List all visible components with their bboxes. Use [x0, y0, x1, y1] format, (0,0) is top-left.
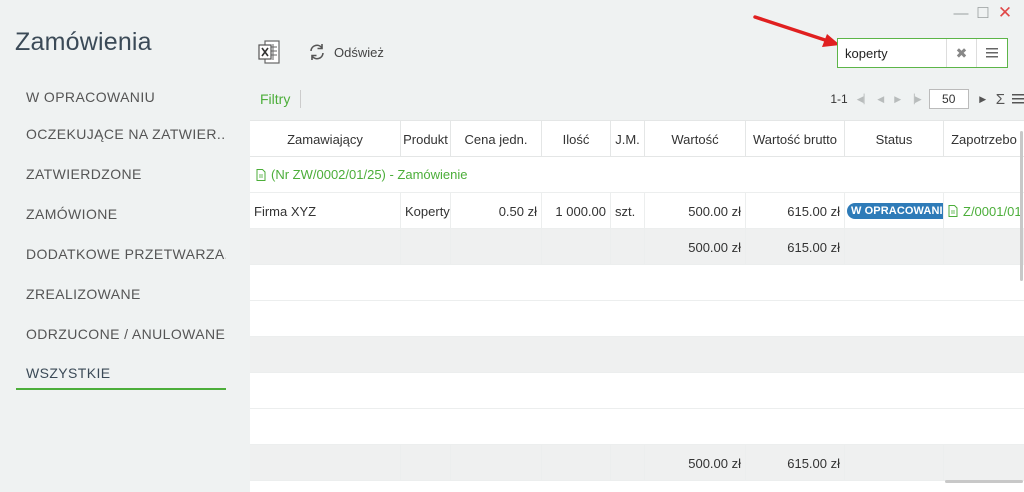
sidebar: Zamówienia W OPRACOWANIU OCZEKUJĄCE NA Z… — [0, 0, 240, 492]
group-row[interactable]: (Nr ZW/0002/01/25) - Zamówienie — [250, 157, 1024, 193]
first-page-icon[interactable]: ◀▏ — [857, 91, 871, 107]
toolbar: Odśwież — [256, 38, 384, 66]
cell-status: W OPRACOWANIU — [845, 193, 944, 229]
sidebar-item-zamowione[interactable]: ZAMÓWIONE — [16, 194, 226, 234]
sidebar-nav: W OPRACOWANIU OCZEKUJĄCE NA ZATWIER... Z… — [16, 80, 226, 390]
empty-row — [250, 409, 1024, 445]
column-header[interactable]: Produkt — [401, 121, 451, 157]
page-size-input[interactable]: 50 — [928, 89, 969, 109]
search-clear-button[interactable]: ✖ — [946, 39, 976, 67]
empty-cell — [401, 229, 451, 265]
cell-unit-price: 0.50 zł — [451, 193, 542, 229]
page-size-dropdown-icon[interactable]: ▶ — [976, 91, 990, 107]
empty-cell — [611, 445, 645, 481]
grid-header: Zamawiający Produkt Cena jedn. Ilość J.M… — [250, 121, 1024, 157]
column-header[interactable]: Zapotrzebo — [944, 121, 1024, 157]
column-header[interactable]: Wartość brutto — [746, 121, 845, 157]
hamburger-icon — [985, 48, 998, 58]
empty-row — [250, 373, 1024, 409]
empty-cell — [451, 445, 542, 481]
empty-cell — [401, 445, 451, 481]
cell-product: Koperty — [401, 193, 451, 229]
page-title: Zamówienia — [15, 28, 152, 56]
sidebar-item-w-opracowaniu[interactable]: W OPRACOWANIU — [16, 80, 226, 114]
search-input[interactable] — [838, 40, 946, 66]
sidebar-item-zatwierdzone[interactable]: ZATWIERDZONE — [16, 154, 226, 194]
close-button[interactable]: ✕ — [996, 3, 1014, 22]
cell-quantity: 1 000.00 — [542, 193, 611, 229]
empty-row — [250, 337, 1024, 373]
empty-cell — [611, 229, 645, 265]
column-header[interactable]: Zamawiający — [250, 121, 401, 157]
cell-unit: szt. — [611, 193, 645, 229]
clear-icon: ✖ — [955, 44, 968, 61]
window-controls: — ☐ ✕ — [952, 3, 1014, 22]
status-badge: W OPRACOWANIU — [847, 203, 943, 219]
orders-grid: Zamawiający Produkt Cena jedn. Ilość J.M… — [250, 120, 1024, 492]
annotation-arrow-icon — [753, 15, 840, 47]
empty-cell — [944, 229, 1024, 265]
excel-export-button[interactable] — [256, 38, 282, 66]
excel-export-icon — [258, 40, 280, 64]
vertical-scrollbar[interactable] — [1020, 131, 1023, 281]
horizontal-scrollbar[interactable] — [945, 480, 1023, 483]
minimize-button[interactable]: — — [952, 4, 970, 22]
empty-row — [250, 301, 1024, 337]
cell-requisition[interactable]: Z/0001/01 — [944, 193, 1024, 229]
sidebar-item-zrealizowane[interactable]: ZREALIZOWANE — [16, 274, 226, 314]
cell-value: 500.00 zł — [645, 193, 746, 229]
group-total-row: 500.00 zł 615.00 zł — [250, 229, 1024, 265]
sidebar-item-oczekujace[interactable]: OCZEKUJĄCE NA ZATWIER... — [16, 114, 226, 154]
empty-cell — [250, 229, 401, 265]
next-page-icon[interactable]: ▶ — [891, 91, 905, 107]
column-header[interactable]: Status — [845, 121, 944, 157]
empty-cell — [250, 445, 401, 481]
empty-row — [250, 265, 1024, 301]
column-header[interactable]: Ilość — [542, 121, 611, 157]
table-row[interactable]: Firma XYZ Koperty 0.50 zł 1 000.00 szt. … — [250, 193, 1024, 229]
refresh-label: Odśwież — [334, 44, 384, 60]
document-icon — [256, 168, 266, 181]
pager: 1-1 ◀▏ ◀ ▶ ▕▶ 50 ▶ Σ — [830, 89, 1024, 109]
grand-total-value: 500.00 zł — [645, 445, 746, 481]
grid-rows: (Nr ZW/0002/01/25) - Zamówienie Firma XY… — [250, 157, 1024, 481]
last-page-icon[interactable]: ▕▶ — [908, 91, 922, 107]
empty-cell — [451, 229, 542, 265]
refresh-icon — [310, 44, 324, 60]
grand-total-gross: 615.00 zł — [746, 445, 845, 481]
grand-total-row: 500.00 zł 615.00 zł — [250, 445, 1024, 481]
prev-page-icon[interactable]: ◀ — [874, 91, 888, 107]
column-header[interactable]: Wartość — [645, 121, 746, 157]
empty-cell — [542, 229, 611, 265]
empty-cell — [542, 445, 611, 481]
refresh-button[interactable]: Odśwież — [308, 43, 384, 61]
document-icon — [948, 205, 958, 217]
column-header[interactable]: J.M. — [611, 121, 645, 157]
cell-ordering: Firma XYZ — [250, 193, 401, 229]
group-total-gross: 615.00 zł — [746, 229, 845, 265]
cell-gross: 615.00 zł — [746, 193, 845, 229]
sidebar-item-wszystkie[interactable]: WSZYSTKIE — [16, 358, 226, 390]
sidebar-item-odrzucone[interactable]: ODRZUCONE / ANULOWANE — [16, 314, 226, 354]
sidebar-item-dodatkowe[interactable]: DODATKOWE PRZETWARZA... — [16, 234, 226, 274]
pager-range: 1-1 — [830, 92, 848, 106]
requisition-link[interactable]: Z/0001/01 — [963, 204, 1022, 219]
empty-cell — [944, 445, 1024, 481]
column-header[interactable]: Cena jedn. — [451, 121, 542, 157]
sum-icon[interactable]: Σ — [996, 91, 1005, 108]
search-box: ✖ — [837, 38, 1008, 68]
filters-link[interactable]: Filtry — [260, 91, 290, 107]
search-menu-button[interactable] — [976, 39, 1006, 67]
group-total-value: 500.00 zł — [645, 229, 746, 265]
maximize-button[interactable]: ☐ — [974, 4, 992, 22]
group-label: (Nr ZW/0002/01/25) - Zamówienie — [271, 167, 468, 182]
empty-cell — [845, 445, 944, 481]
empty-cell — [845, 229, 944, 265]
filters-divider — [300, 90, 301, 108]
columns-menu-icon[interactable] — [1012, 94, 1024, 104]
